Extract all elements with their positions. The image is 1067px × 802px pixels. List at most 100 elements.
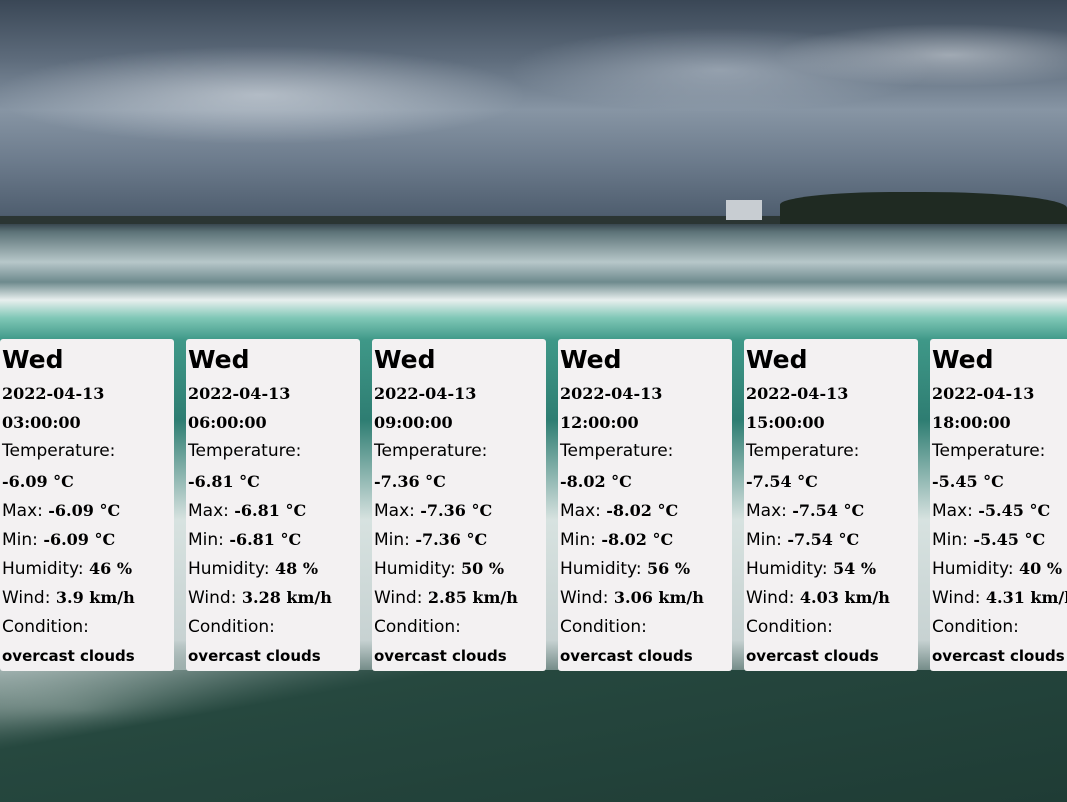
- max-row: Max: -7.36 °C: [374, 496, 546, 525]
- wind-row: Wind: 3.28 km/h: [188, 583, 360, 612]
- forecast-day: Wed: [188, 345, 250, 374]
- min-value: -6.09 °C: [43, 529, 116, 549]
- min-value: -5.45 °C: [973, 529, 1046, 549]
- forecast-card: Wed 2022-04-13 03:00:00 Temperature: -6.…: [0, 339, 174, 671]
- far-building: [726, 200, 762, 220]
- max-label: Max:: [746, 500, 787, 521]
- humidity-row: Humidity: 56 %: [560, 554, 732, 583]
- wind-row: Wind: 3.9 km/h: [2, 583, 174, 612]
- min-row: Min: -8.02 °C: [560, 525, 732, 554]
- max-label: Max:: [2, 500, 43, 521]
- condition-label: Condition:: [188, 616, 275, 637]
- forecast-day: Wed: [932, 345, 994, 374]
- far-treeline: [780, 192, 1067, 224]
- humidity-label: Humidity:: [932, 559, 1014, 580]
- max-row: Max: -8.02 °C: [560, 496, 732, 525]
- forecast-day: Wed: [746, 345, 808, 374]
- min-row: Min: -7.36 °C: [374, 525, 546, 554]
- wind-label: Wind:: [746, 588, 795, 609]
- min-value: -7.36 °C: [415, 529, 488, 549]
- max-row: Max: -6.09 °C: [2, 496, 174, 525]
- min-value: -6.81 °C: [229, 529, 302, 549]
- condition-value: overcast clouds: [746, 646, 879, 665]
- temperature-value: -8.02 °C: [560, 471, 632, 491]
- min-row: Min: -7.54 °C: [746, 525, 918, 554]
- max-label: Max:: [560, 500, 601, 521]
- min-value: -8.02 °C: [601, 529, 674, 549]
- wind-label: Wind:: [932, 588, 981, 609]
- forecast-date: 2022-04-13: [2, 384, 105, 403]
- temperature-value: -7.54 °C: [746, 471, 818, 491]
- humidity-value: 46 %: [88, 559, 133, 579]
- temperature-value: -5.45 °C: [932, 471, 1004, 491]
- forecast-day: Wed: [374, 345, 436, 374]
- humidity-value: 50 %: [460, 559, 505, 579]
- humidity-row: Humidity: 50 %: [374, 554, 546, 583]
- temperature-label: Temperature:: [746, 441, 860, 462]
- forecast-time: 15:00:00: [746, 413, 825, 433]
- humidity-label: Humidity:: [560, 559, 642, 580]
- forecast-time: 06:00:00: [188, 413, 267, 433]
- wind-label: Wind:: [560, 588, 609, 609]
- temperature-value: -6.09 °C: [2, 471, 74, 491]
- forecast-date: 2022-04-13: [932, 384, 1035, 403]
- min-row: Min: -6.09 °C: [2, 525, 174, 554]
- wind-label: Wind:: [374, 588, 423, 609]
- humidity-label: Humidity:: [188, 559, 270, 580]
- forecast-time: 09:00:00: [374, 413, 453, 433]
- condition-value: overcast clouds: [374, 646, 507, 665]
- max-row: Max: -5.45 °C: [932, 496, 1067, 525]
- forecast-date: 2022-04-13: [374, 384, 477, 403]
- temperature-label: Temperature:: [374, 441, 488, 462]
- wind-value: 3.28 km/h: [241, 588, 332, 608]
- condition-value: overcast clouds: [188, 646, 321, 665]
- temperature-label: Temperature:: [932, 441, 1046, 462]
- wind-row: Wind: 3.06 km/h: [560, 583, 732, 612]
- max-value: -6.81 °C: [234, 500, 307, 520]
- forecast-time: 18:00:00: [932, 413, 1011, 433]
- min-label: Min:: [2, 529, 38, 550]
- humidity-row: Humidity: 54 %: [746, 554, 918, 583]
- min-row: Min: -6.81 °C: [188, 525, 360, 554]
- humidity-value: 40 %: [1018, 559, 1063, 579]
- humidity-value: 56 %: [646, 559, 691, 579]
- min-label: Min:: [188, 529, 224, 550]
- humidity-label: Humidity:: [2, 559, 84, 580]
- min-row: Min: -5.45 °C: [932, 525, 1067, 554]
- condition-label: Condition:: [374, 616, 461, 637]
- max-value: -8.02 °C: [606, 500, 679, 520]
- forecast-card: Wed 2022-04-13 12:00:00 Temperature: -8.…: [558, 339, 732, 671]
- max-value: -7.36 °C: [420, 500, 493, 520]
- min-label: Min:: [746, 529, 782, 550]
- condition-label: Condition:: [932, 616, 1019, 637]
- humidity-row: Humidity: 48 %: [188, 554, 360, 583]
- max-row: Max: -7.54 °C: [746, 496, 918, 525]
- wind-label: Wind:: [188, 588, 237, 609]
- forecast-date: 2022-04-13: [560, 384, 663, 403]
- condition-value: overcast clouds: [2, 646, 135, 665]
- wind-value: 4.03 km/h: [799, 588, 890, 608]
- forecast-card: Wed 2022-04-13 18:00:00 Temperature: -5.…: [930, 339, 1067, 671]
- min-value: -7.54 °C: [787, 529, 860, 549]
- forecast-day: Wed: [2, 345, 64, 374]
- min-label: Min:: [932, 529, 968, 550]
- humidity-label: Humidity:: [746, 559, 828, 580]
- forecast-day: Wed: [560, 345, 622, 374]
- temperature-label: Temperature:: [2, 441, 116, 462]
- condition-value: overcast clouds: [932, 646, 1065, 665]
- forecast-card: Wed 2022-04-13 09:00:00 Temperature: -7.…: [372, 339, 546, 671]
- max-value: -6.09 °C: [48, 500, 121, 520]
- temperature-label: Temperature:: [560, 441, 674, 462]
- max-label: Max:: [188, 500, 229, 521]
- max-row: Max: -6.81 °C: [188, 496, 360, 525]
- wind-value: 3.06 km/h: [613, 588, 704, 608]
- max-label: Max:: [374, 500, 415, 521]
- wind-label: Wind:: [2, 588, 51, 609]
- forecast-time: 12:00:00: [560, 413, 639, 433]
- condition-value: overcast clouds: [560, 646, 693, 665]
- min-label: Min:: [560, 529, 596, 550]
- wind-value: 4.31 km/h: [985, 588, 1067, 608]
- condition-label: Condition:: [560, 616, 647, 637]
- temperature-value: -7.36 °C: [374, 471, 446, 491]
- temperature-value: -6.81 °C: [188, 471, 260, 491]
